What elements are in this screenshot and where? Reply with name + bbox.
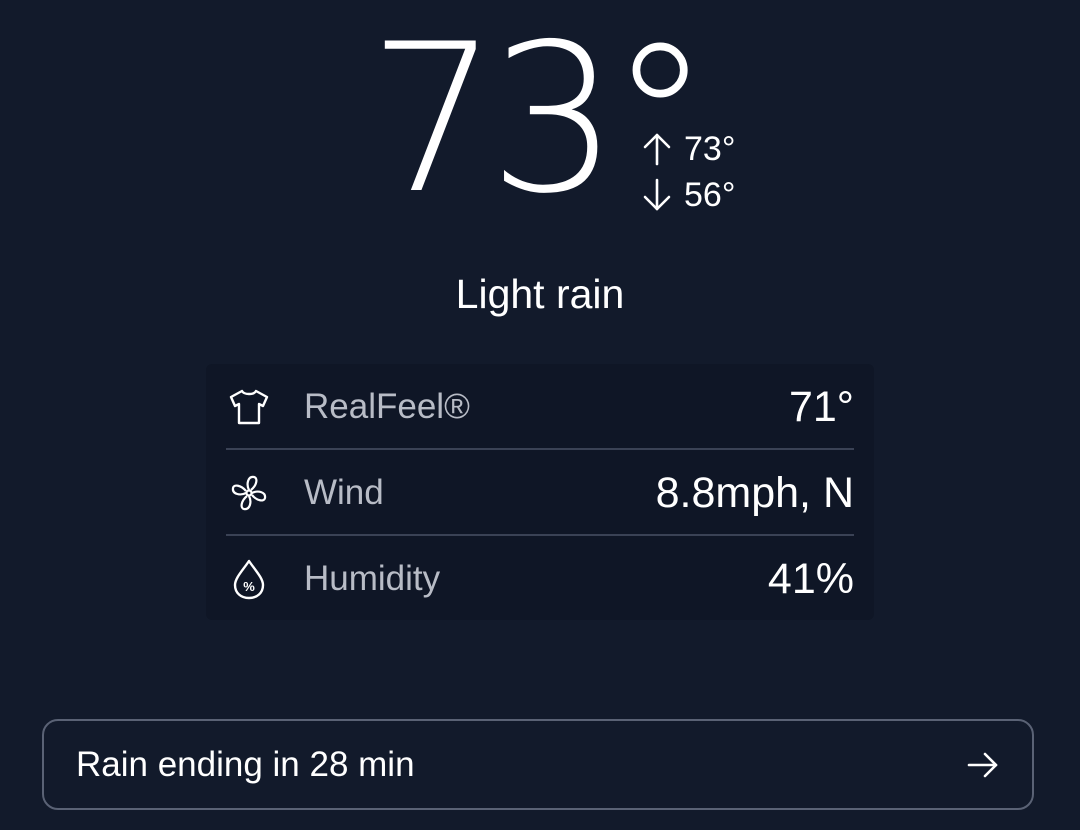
realfeel-value: 71° bbox=[788, 382, 854, 431]
detail-row-humidity: % Humidity 41% bbox=[226, 536, 854, 622]
high-temp-row: 73° bbox=[640, 126, 735, 172]
minutecast-label: Rain ending in 28 min bbox=[76, 744, 415, 784]
humidity-label: Humidity bbox=[304, 559, 441, 598]
fan-icon bbox=[226, 470, 272, 516]
weather-condition: Light rain bbox=[455, 271, 625, 317]
detail-row-realfeel: RealFeel® 71° bbox=[226, 364, 854, 450]
arrow-right-icon bbox=[967, 752, 998, 777]
humidity-value: 41% bbox=[767, 554, 854, 603]
current-details-card: RealFeel® 71° Wind 8.8mph, N % Humidity … bbox=[206, 364, 874, 620]
realfeel-label: RealFeel® bbox=[304, 387, 470, 426]
high-temp: 73° bbox=[684, 130, 736, 168]
low-temp-row: 56° bbox=[640, 172, 735, 218]
humidity-drop-icon: % bbox=[226, 556, 272, 602]
arrow-down-icon bbox=[643, 178, 671, 211]
low-temp: 56° bbox=[684, 176, 736, 214]
current-temperature-block: 73° 73° 56° bbox=[368, 18, 768, 223]
wind-label: Wind bbox=[304, 473, 384, 512]
detail-row-wind: Wind 8.8mph, N bbox=[226, 450, 854, 536]
wind-value: 8.8mph, N bbox=[655, 468, 854, 517]
svg-text:%: % bbox=[243, 579, 255, 594]
shirt-icon bbox=[226, 384, 272, 430]
high-low-temps: 73° 56° bbox=[640, 126, 735, 218]
arrow-up-icon bbox=[643, 133, 671, 166]
weather-screen: 73° 73° 56° Light rain RealFeel® 71° Win… bbox=[0, 0, 1080, 830]
minutecast-button[interactable]: Rain ending in 28 min bbox=[42, 719, 1034, 810]
